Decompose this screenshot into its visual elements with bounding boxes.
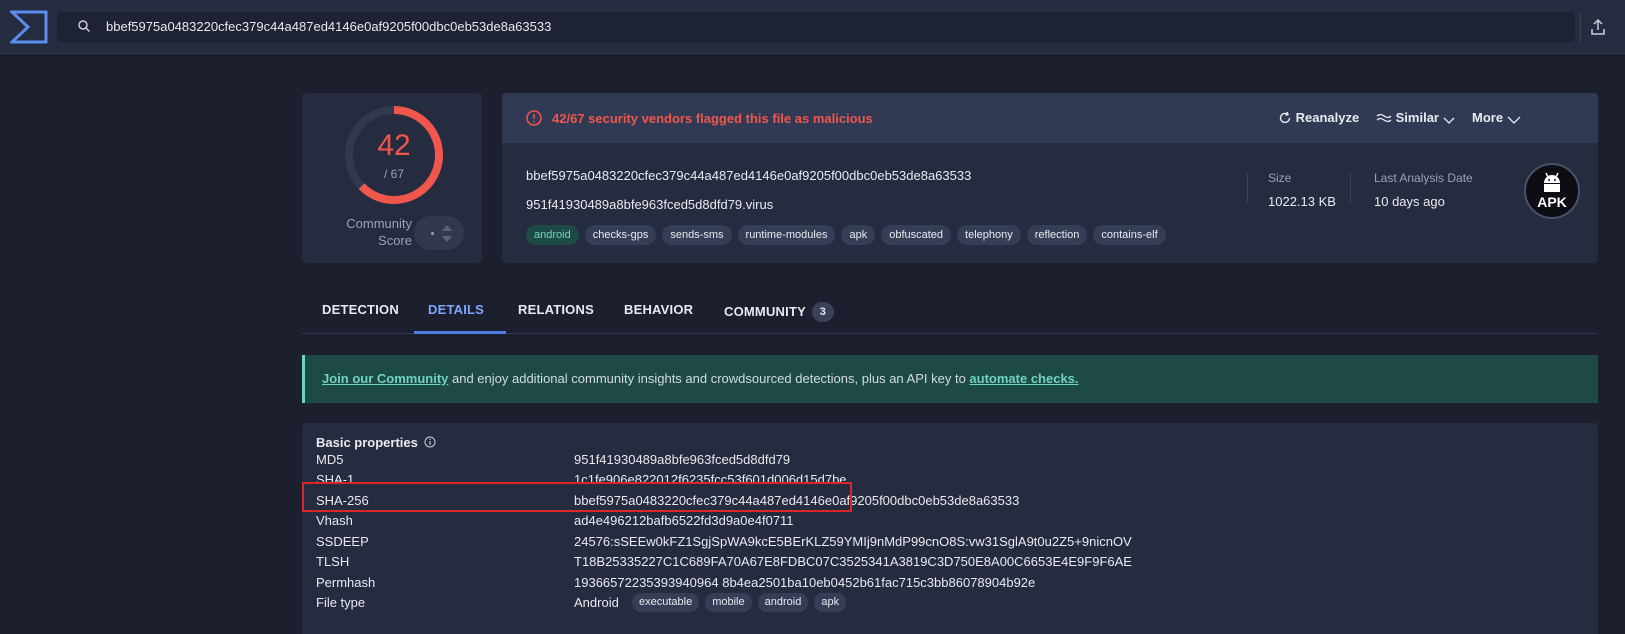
community-score-vote[interactable] bbox=[414, 216, 464, 250]
file-tags: android checks-gps sends-sms runtime-mod… bbox=[526, 225, 1166, 245]
file-summary-card: 42/67 security vendors flagged this file… bbox=[502, 93, 1598, 263]
automate-checks-link[interactable]: automate checks. bbox=[969, 371, 1078, 386]
community-banner: Join our Community and enjoy additional … bbox=[302, 355, 1598, 403]
last-analysis-label: Last Analysis Date bbox=[1374, 171, 1473, 185]
more-dropdown[interactable]: More bbox=[1472, 110, 1521, 125]
property-key: SSDEEP bbox=[316, 534, 369, 549]
file-name: 951f41930489a8bfe963fced5d8dfd79.virus bbox=[526, 197, 774, 212]
file-type-badge: APK bbox=[1524, 163, 1580, 219]
filetype-tags: executable mobile android apk bbox=[632, 593, 847, 612]
divider bbox=[1350, 173, 1351, 203]
tag[interactable]: obfuscated bbox=[881, 225, 952, 245]
tag[interactable]: executable bbox=[632, 593, 700, 612]
tab-bar: DETECTION DETAILS RELATIONS BEHAVIOR COM… bbox=[302, 292, 1598, 334]
info-icon[interactable] bbox=[424, 436, 436, 448]
chevron-down-icon bbox=[1443, 117, 1455, 124]
virustotal-logo-icon[interactable] bbox=[10, 10, 48, 44]
property-key: TLSH bbox=[316, 554, 350, 569]
file-sha256[interactable]: bbef5975a0483220cfec379c44a487ed4146e0af… bbox=[526, 168, 971, 183]
sha1-highlight-box bbox=[302, 482, 852, 512]
property-key: MD5 bbox=[316, 452, 344, 467]
tab-behavior[interactable]: BEHAVIOR bbox=[624, 302, 693, 317]
search-bar[interactable]: bbef5975a0483220cfec379c44a487ed4146e0af… bbox=[57, 12, 1575, 42]
detection-score-card: 42 / 67 Community Score bbox=[302, 93, 482, 263]
tag[interactable]: android bbox=[526, 225, 579, 245]
alert-text: 42/67 security vendors flagged this file… bbox=[552, 111, 873, 126]
similar-icon bbox=[1376, 113, 1392, 123]
property-value[interactable]: 24576:sSEEw0kFZ1SgjSpWA9kcE5BErKLZ59YMIj… bbox=[574, 534, 1132, 549]
tag[interactable]: checks-gps bbox=[584, 225, 657, 245]
reanalyze-button[interactable]: Reanalyze bbox=[1278, 110, 1359, 125]
search-input[interactable]: bbef5975a0483220cfec379c44a487ed4146e0af… bbox=[106, 19, 551, 34]
tag[interactable]: android bbox=[757, 593, 809, 612]
property-value: Android bbox=[574, 595, 619, 610]
detection-count: 42 bbox=[377, 129, 411, 162]
active-tab-indicator bbox=[414, 331, 506, 334]
tag[interactable]: telephony bbox=[957, 225, 1021, 245]
tag[interactable]: reflection bbox=[1026, 225, 1088, 245]
apk-label: APK bbox=[1537, 194, 1567, 210]
divider bbox=[1247, 173, 1248, 203]
tag[interactable]: mobile bbox=[705, 593, 752, 612]
refresh-icon bbox=[1279, 111, 1291, 124]
tab-detection[interactable]: DETECTION bbox=[322, 302, 399, 317]
similar-dropdown[interactable]: Similar bbox=[1376, 110, 1455, 125]
tab-relations[interactable]: RELATIONS bbox=[518, 302, 594, 317]
property-row: File type Android executable mobile andr… bbox=[302, 592, 1598, 613]
property-row: TLSH T18B25335227C1C689FA70A67E8FDBC07C3… bbox=[302, 551, 1598, 572]
divider bbox=[1580, 12, 1581, 42]
property-key: Permhash bbox=[316, 575, 376, 590]
tag[interactable]: sends-sms bbox=[662, 225, 732, 245]
property-row: SSDEEP 24576:sSEEw0kFZ1SgjSpWA9kcE5BErKL… bbox=[302, 531, 1598, 552]
tag[interactable]: contains-elf bbox=[1093, 225, 1166, 245]
size-value: 1022.13 KB bbox=[1268, 194, 1336, 209]
basic-properties-panel: Basic properties MD5 951f41930489a8bfe96… bbox=[302, 423, 1598, 634]
banner-text: Join our Community and enjoy additional … bbox=[322, 371, 1079, 386]
join-community-link[interactable]: Join our Community bbox=[322, 371, 448, 386]
property-row: MD5 951f41930489a8bfe963fced5d8dfd79 bbox=[302, 449, 1598, 470]
property-value[interactable]: 951f41930489a8bfe963fced5d8dfd79 bbox=[574, 452, 790, 467]
property-key: Vhash bbox=[316, 513, 353, 528]
alert-circle-icon bbox=[526, 110, 542, 126]
search-icon bbox=[78, 20, 91, 33]
property-row: Vhash ad4e496212bafb6522fd3d9a0e4f0711 bbox=[302, 510, 1598, 531]
property-value[interactable]: 19366572235393940964 8b4ea2501ba10eb0452… bbox=[574, 575, 1035, 590]
tag[interactable]: runtime-modules bbox=[737, 225, 836, 245]
tab-details[interactable]: DETAILS bbox=[428, 302, 484, 317]
top-bar: bbef5975a0483220cfec379c44a487ed4146e0af… bbox=[0, 0, 1625, 54]
community-score-label: Community Score bbox=[346, 216, 412, 248]
size-label: Size bbox=[1268, 171, 1292, 185]
property-key: File type bbox=[316, 595, 366, 610]
upload-icon[interactable] bbox=[1588, 17, 1608, 37]
detection-total: / 67 bbox=[383, 167, 404, 181]
android-icon bbox=[1544, 172, 1560, 192]
tag[interactable]: apk bbox=[841, 225, 876, 245]
tab-community[interactable]: COMMUNITY 3 bbox=[724, 302, 834, 322]
malicious-alert-bar: 42/67 security vendors flagged this file… bbox=[502, 93, 1598, 143]
chevron-down-icon bbox=[1507, 116, 1521, 124]
property-value[interactable]: T18B25335227C1C689FA70A67E8FDBC07C352534… bbox=[574, 554, 1132, 569]
community-count-badge: 3 bbox=[811, 302, 834, 322]
tag[interactable]: apk bbox=[814, 593, 847, 612]
property-row: Permhash 19366572235393940964 8b4ea2501b… bbox=[302, 572, 1598, 593]
section-title: Basic properties bbox=[316, 435, 418, 450]
vote-up-icon[interactable] bbox=[442, 225, 452, 231]
last-analysis-value: 10 days ago bbox=[1374, 194, 1445, 209]
property-value[interactable]: ad4e496212bafb6522fd3d9a0e4f0711 bbox=[574, 513, 794, 528]
vote-down-icon[interactable] bbox=[442, 236, 452, 242]
